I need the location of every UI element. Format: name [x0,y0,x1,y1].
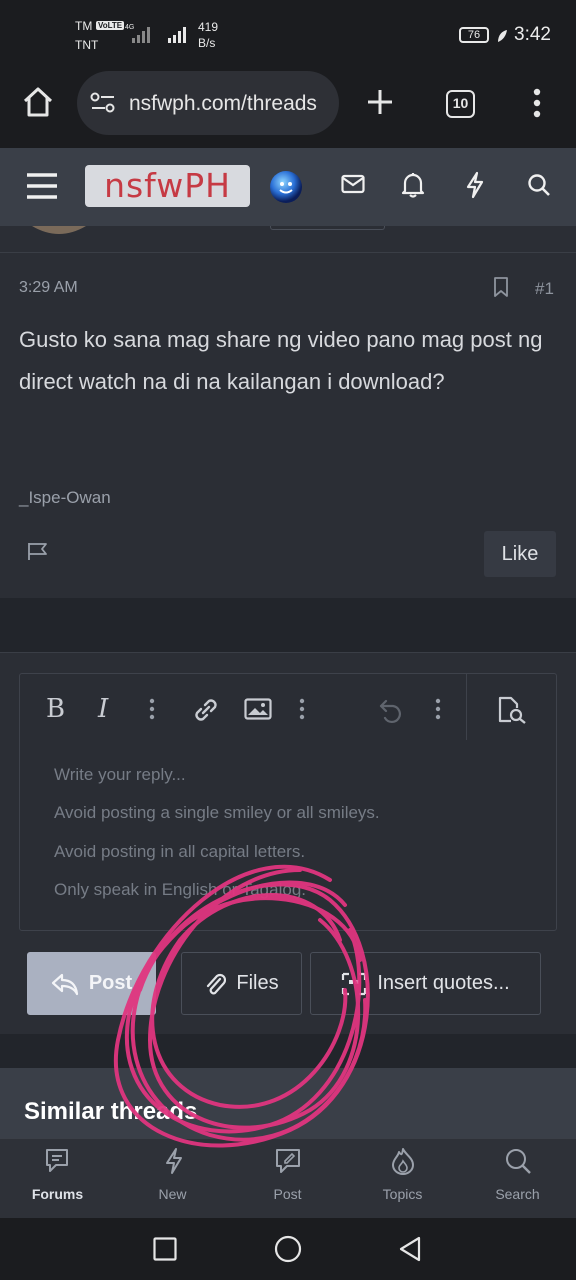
bell-icon[interactable] [401,172,425,198]
speed-value: 419 [198,20,219,34]
reply-area: B I Write your reply... Avoid posting a … [0,652,576,1034]
post-body: Gusto ko sana mag share ng video pano ma… [19,327,543,394]
attach-files-button[interactable]: Files [181,952,302,1015]
placeholder-line: Avoid posting a single smiley or all smi… [54,803,380,822]
nav-label: Forums [31,1186,84,1202]
nav-new[interactable]: New [115,1139,230,1219]
placeholder-line: Avoid posting in all capital letters. [54,842,306,861]
preview-icon[interactable] [497,696,527,724]
nav-label: Search [495,1186,540,1202]
post-time[interactable]: 3:29 AM [19,279,78,297]
post-icon [276,1149,300,1173]
divider [0,252,576,253]
site-settings-icon[interactable] [90,92,116,114]
more-menu-icon[interactable] [533,88,541,118]
carrier-top: TM [75,19,93,33]
signal-icon [168,27,186,43]
home-circle-icon[interactable] [274,1235,302,1263]
mail-icon[interactable] [341,174,365,194]
clock: 3:42 [514,24,551,45]
bold-icon[interactable]: B [46,694,65,724]
url-text: nsfwph.com/threads [129,92,317,115]
toolbar-separator [466,674,467,740]
nav-label: Topics [382,1186,423,1202]
paperclip-icon [207,973,227,994]
bottom-nav: Forums New Post Topics Search [0,1138,576,1218]
nav-label: Post [273,1186,302,1202]
post-reply-button[interactable]: Post [27,952,156,1015]
nav-search[interactable]: Search [460,1139,575,1219]
leaf-icon [498,30,507,42]
battery-indicator: 76 [459,27,489,43]
forums-icon [46,1149,68,1172]
placeholder-line: Write your reply... [54,765,186,784]
bookmark-icon[interactable] [493,277,509,297]
quote-icon [342,972,367,995]
report-flag-icon[interactable] [27,541,49,561]
avatar-globe[interactable] [269,170,303,204]
similar-threads-section: Similar threads [0,1068,576,1138]
nav-label: New [158,1186,187,1202]
reply-icon [51,973,78,995]
carrier-bottom: TNT [75,38,99,52]
similar-threads-title: Similar threads [24,1098,198,1125]
undo-icon[interactable] [378,696,406,724]
link-icon[interactable] [192,696,220,724]
status-bar: TM VoLTE TNT 4G 419 B/s 76 3:42 [0,0,576,66]
files-label: Files [236,972,279,994]
search-icon[interactable] [527,173,551,197]
tab-count: 10 [452,95,469,111]
insert-quotes-button[interactable]: Insert quotes... [310,952,541,1015]
nav-topics[interactable]: Topics [345,1139,460,1219]
speed-unit: B/s [198,36,216,50]
volte-badge: VoLTE [96,21,125,30]
menu-icon[interactable] [26,172,58,200]
lightning-icon [166,1148,182,1174]
reply-editor[interactable]: B I Write your reply... Avoid posting a … [19,673,557,931]
battery-level: 76 [467,29,481,41]
address-bar[interactable]: nsfwph.com/threads [77,71,339,135]
more-options-icon[interactable] [435,698,441,720]
lightning-icon[interactable] [465,171,485,199]
nav-forums[interactable]: Forums [0,1139,115,1219]
placeholder-line: Only speak in English or Tagalog. [54,880,307,899]
italic-icon[interactable]: I [98,694,108,724]
more-options-icon[interactable] [149,698,155,720]
more-options-icon[interactable] [299,698,305,720]
recents-icon[interactable] [153,1237,177,1261]
signal-icon [132,27,150,43]
image-icon[interactable] [244,698,272,720]
post-signature: _Ispe-Owan [19,488,111,507]
browser-bar: nsfwph.com/threads 10 [0,66,576,148]
topics-icon [392,1148,414,1175]
tab-switcher-button[interactable]: 10 [446,90,475,118]
post-label: Post [88,972,133,994]
author-avatar [32,226,86,234]
nav-post[interactable]: Post [230,1139,345,1219]
search-icon [506,1149,531,1174]
site-header: nsfwPH [0,148,576,226]
like-button[interactable]: Like [484,531,556,577]
back-icon[interactable] [397,1236,423,1262]
quotes-label: Insert quotes... [377,972,510,994]
post-container: 3:29 AM #1 Gusto ko sana mag share ng vi… [0,226,576,598]
post-number[interactable]: #1 [535,279,554,299]
site-logo[interactable]: nsfwPH [85,165,250,207]
author-badge [270,226,385,230]
home-icon[interactable] [22,86,54,118]
system-nav-bar [0,1218,576,1280]
new-tab-icon[interactable] [366,88,394,116]
